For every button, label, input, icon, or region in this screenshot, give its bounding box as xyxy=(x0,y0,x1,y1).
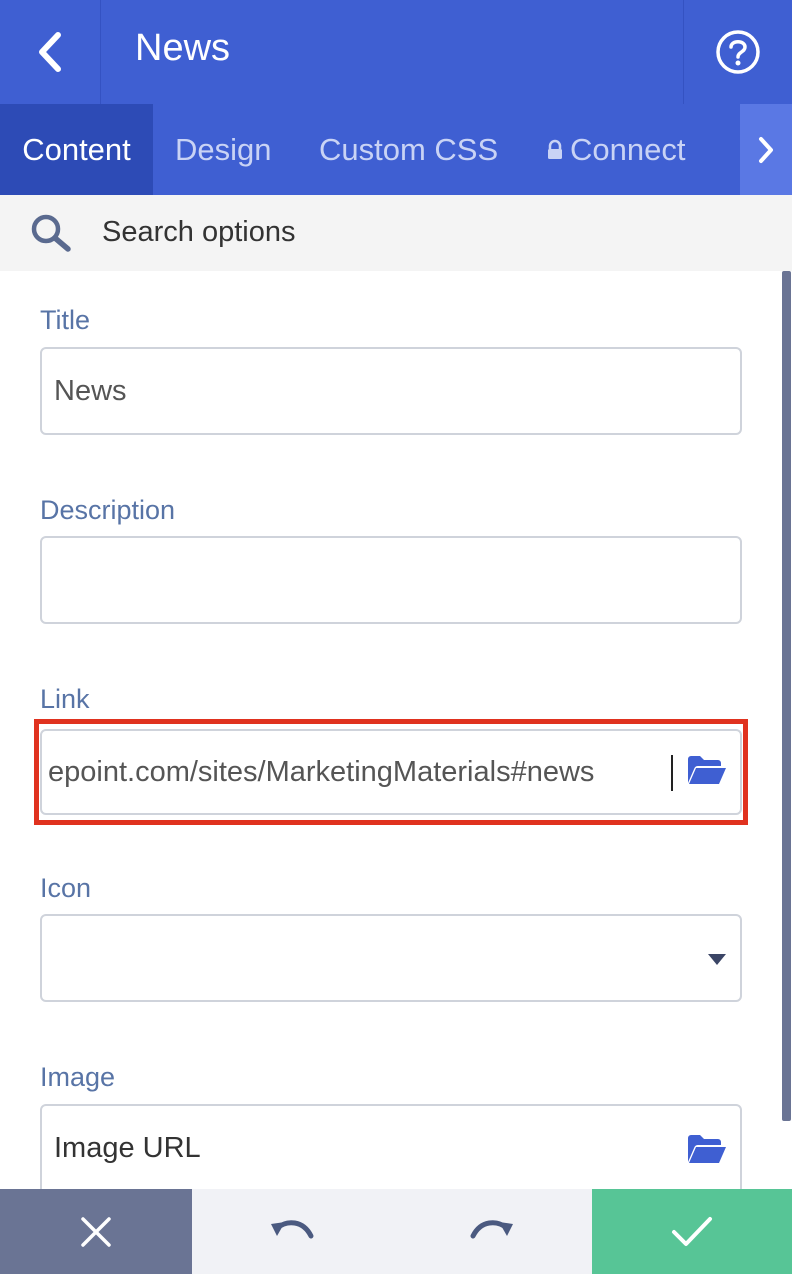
image-field[interactable]: Image URL xyxy=(40,1104,742,1189)
tab-label: Custom CSS xyxy=(319,132,499,167)
title-value: News xyxy=(54,375,127,407)
tab-label: Connect xyxy=(570,132,686,167)
header-bar: News xyxy=(0,0,792,104)
description-label: Description xyxy=(40,495,176,525)
page-title: News xyxy=(135,27,231,69)
back-button[interactable] xyxy=(0,0,101,104)
search-bar xyxy=(0,195,792,271)
chevron-right-icon xyxy=(759,136,773,163)
tab-connect[interactable]: Connect xyxy=(546,104,685,195)
check-icon xyxy=(672,1216,712,1246)
scrollbar-thumb[interactable] xyxy=(782,271,791,1121)
caret-down-icon xyxy=(708,954,726,965)
cancel-button[interactable] xyxy=(0,1189,192,1274)
undo-icon xyxy=(271,1219,314,1238)
image-value: Image URL xyxy=(54,1132,201,1164)
link-label: Link xyxy=(40,684,90,714)
tab-content[interactable]: Content xyxy=(0,104,153,195)
tabs-next-button[interactable] xyxy=(740,104,792,195)
tab-design[interactable]: Design xyxy=(175,104,272,195)
icon-label: Icon xyxy=(40,873,92,903)
redo-icon xyxy=(470,1219,513,1238)
tab-bar: Content Design Custom CSS Connect xyxy=(0,104,792,195)
title-field[interactable]: News xyxy=(40,347,742,435)
link-field[interactable]: epoint.com/sites/MarketingMaterials#news xyxy=(40,729,742,815)
folder-open-icon[interactable] xyxy=(686,1132,728,1166)
search-input[interactable] xyxy=(102,207,702,257)
redo-button[interactable] xyxy=(392,1189,592,1274)
title-label: Title xyxy=(40,305,91,335)
link-value: epoint.com/sites/MarketingMaterials#news xyxy=(48,756,595,788)
options-form: Title News Description Link epoint.com/s… xyxy=(0,271,780,1189)
tab-label: Design xyxy=(175,132,272,167)
tab-custom-css[interactable]: Custom CSS xyxy=(319,104,498,195)
chevron-left-icon xyxy=(39,32,61,72)
tab-label: Content xyxy=(22,132,131,167)
close-icon xyxy=(81,1216,111,1247)
description-field[interactable] xyxy=(40,536,742,624)
undo-button[interactable] xyxy=(192,1189,392,1274)
link-input[interactable]: epoint.com/sites/MarketingMaterials#news xyxy=(48,731,664,813)
image-label: Image xyxy=(40,1062,116,1092)
search-icon xyxy=(31,214,71,252)
help-button[interactable] xyxy=(683,0,792,104)
question-circle-icon xyxy=(716,30,760,74)
lock-icon xyxy=(548,139,562,159)
icon-select[interactable] xyxy=(40,914,742,1002)
scrollbar[interactable] xyxy=(780,271,792,1189)
text-caret xyxy=(671,755,673,791)
folder-open-icon[interactable] xyxy=(686,753,728,787)
confirm-button[interactable] xyxy=(592,1189,792,1274)
footer-bar xyxy=(0,1189,792,1274)
